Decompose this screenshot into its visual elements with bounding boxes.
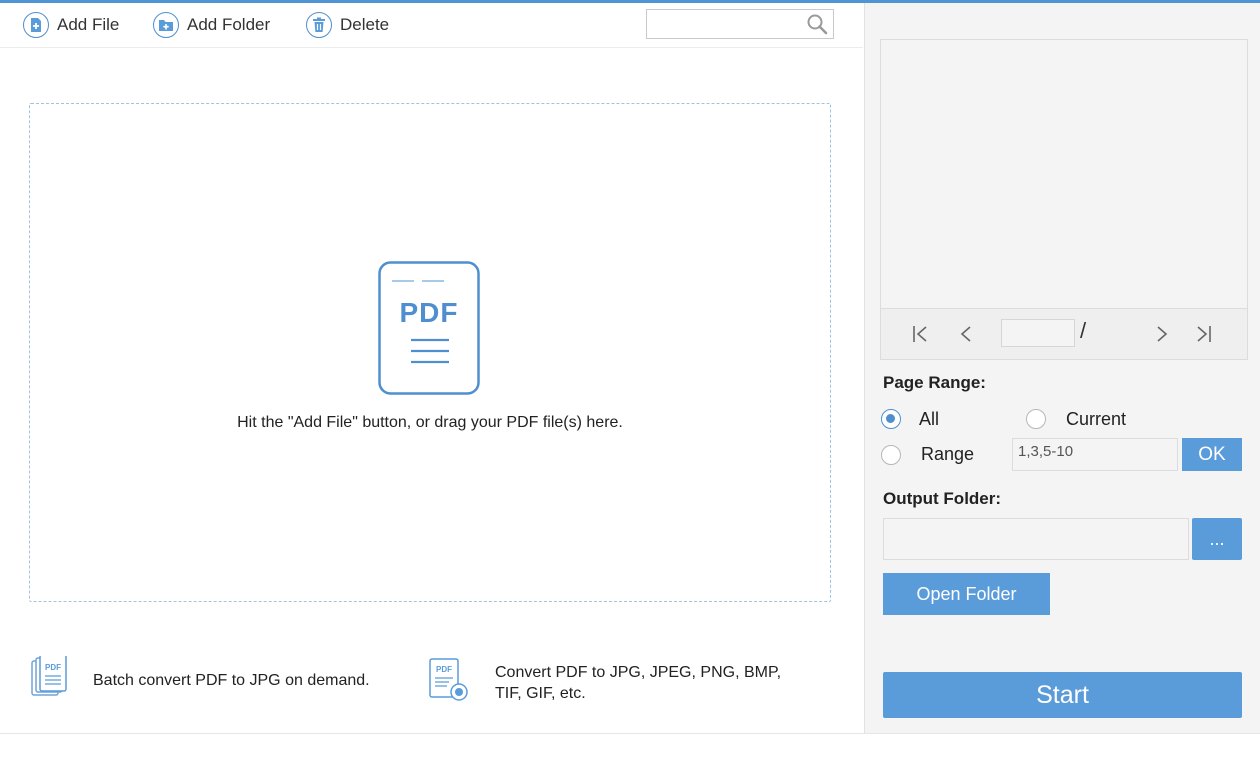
convert-pdf-icon: PDF <box>429 658 469 707</box>
feature-convert: PDF Convert PDF to JPG, JPEG, PNG, BMP, … <box>429 658 781 707</box>
add-folder-label: Add Folder <box>187 15 271 34</box>
radio-range[interactable] <box>881 445 901 465</box>
search-input[interactable] <box>646 9 834 39</box>
page-navigation: / <box>881 308 1247 359</box>
add-file-label: Add File <box>57 15 120 34</box>
page-range-label: Page Range: <box>883 373 986 392</box>
page-number-input[interactable] <box>1001 319 1075 347</box>
radio-current-label: Current <box>1066 409 1127 429</box>
feature-batch-text: Batch convert PDF to JPG on demand. <box>93 672 370 689</box>
batch-pdf-icon: PDF <box>31 654 67 705</box>
trash-icon <box>306 12 332 38</box>
feature-batch: PDF Batch convert PDF to JPG on demand. <box>31 654 370 705</box>
previous-page-icon[interactable] <box>957 324 977 349</box>
next-page-icon[interactable] <box>1151 324 1171 349</box>
output-folder-input[interactable] <box>883 518 1189 560</box>
add-folder-button[interactable]: Add Folder <box>153 9 270 41</box>
last-page-icon[interactable] <box>1193 324 1213 349</box>
feature-convert-line2: TIF, GIF, etc. <box>495 684 586 702</box>
range-ok-button[interactable]: OK <box>1182 438 1242 471</box>
feature-convert-text: Convert PDF to JPG, JPEG, PNG, BMP, TIF,… <box>495 662 781 704</box>
range-input[interactable]: 1,3,5-10 <box>1012 438 1178 471</box>
add-file-icon <box>23 12 49 38</box>
drop-zone[interactable]: PDF Hit the "Add File" button, or drag y… <box>29 103 831 602</box>
output-folder-label: Output Folder: <box>883 489 1002 508</box>
open-folder-button[interactable]: Open Folder <box>883 573 1050 615</box>
delete-button[interactable]: Delete <box>306 9 389 41</box>
radio-range-label: Range <box>921 444 975 464</box>
radio-all-label: All <box>919 409 940 429</box>
add-folder-icon <box>153 12 179 38</box>
page-separator: / <box>1080 318 1087 343</box>
drop-hint-text: Hit the "Add File" button, or drag your … <box>237 414 623 431</box>
search-icon[interactable] <box>806 13 828 40</box>
bottom-divider <box>0 733 1260 734</box>
add-file-button[interactable]: Add File <box>23 9 119 41</box>
settings-panel: / Page Range: All Current Range 1,3,5-10… <box>864 3 1260 734</box>
pdf-document-label: PDF <box>399 297 459 328</box>
file-list-panel: Add File Add Folder Delete PDF Hit the "… <box>0 3 863 734</box>
delete-label: Delete <box>340 15 390 34</box>
svg-text:PDF: PDF <box>45 663 61 672</box>
radio-all[interactable] <box>881 409 901 429</box>
radio-current[interactable] <box>1026 409 1046 429</box>
start-button[interactable]: Start <box>883 672 1242 718</box>
pdf-document-icon: PDF <box>378 261 480 400</box>
first-page-icon[interactable] <box>911 324 931 349</box>
page-preview: / <box>880 39 1248 360</box>
svg-text:PDF: PDF <box>436 665 452 674</box>
toolbar: Add File Add Folder Delete <box>0 3 863 48</box>
browse-folder-button[interactable]: ... <box>1192 518 1242 560</box>
feature-convert-line1: Convert PDF to JPG, JPEG, PNG, BMP, <box>495 663 782 681</box>
